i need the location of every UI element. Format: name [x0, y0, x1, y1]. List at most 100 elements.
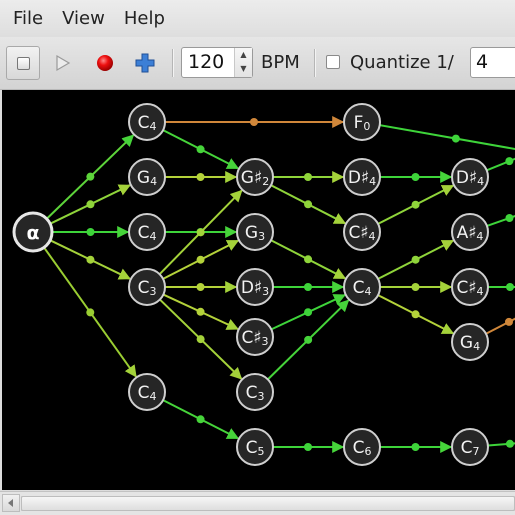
record-button[interactable]: [88, 46, 122, 80]
edge-handle[interactable]: [304, 173, 312, 181]
chevron-up-icon[interactable]: ▲: [235, 48, 252, 62]
edge-handle[interactable]: [411, 443, 420, 451]
note-name: G: [137, 168, 150, 188]
edge-handle[interactable]: [196, 307, 205, 316]
edge-handle[interactable]: [304, 335, 313, 344]
note-node[interactable]: C3: [236, 373, 274, 411]
note-node[interactable]: C4: [128, 103, 166, 141]
graph-canvas[interactable]: α C4 G4 C4 C3 C4 G♯2 G3 D♯3 C♯3 C3 C5 F0 D♯4 C♯4 C4 C6 D♯…: [2, 90, 515, 490]
edge-handle[interactable]: [411, 310, 420, 319]
note-name: F: [354, 113, 364, 133]
note-octave: 3: [262, 335, 269, 348]
add-button[interactable]: [128, 46, 162, 80]
edge-handle[interactable]: [411, 283, 420, 291]
quantize-value[interactable]: 4: [476, 51, 488, 73]
note-node[interactable]: C4: [343, 268, 381, 306]
note-octave: 3: [258, 230, 265, 243]
note-node[interactable]: G3: [236, 213, 274, 251]
bpm-spinbox[interactable]: 120 ▲ ▼: [181, 47, 253, 78]
note-node[interactable]: G4: [128, 158, 166, 196]
play-button[interactable]: [46, 46, 80, 80]
bpm-label: BPM: [261, 52, 300, 73]
edge-handle[interactable]: [304, 283, 312, 291]
quantize-input[interactable]: 4: [470, 47, 515, 78]
note-node[interactable]: C3: [128, 268, 166, 306]
note-node[interactable]: C6: [343, 428, 381, 466]
edge-handle[interactable]: [196, 228, 205, 237]
note-node[interactable]: F0: [343, 103, 381, 141]
note-node[interactable]: D♯4: [343, 158, 381, 196]
edge-handle[interactable]: [505, 213, 514, 222]
note-node[interactable]: G4: [451, 323, 489, 361]
root-node-label: α: [26, 222, 39, 244]
note-graph[interactable]: αC4G4C4C3C4G♯2G3D♯3C♯3C3C5F0D♯4C♯4C4C6D♯…: [2, 90, 515, 490]
edge-handle[interactable]: [86, 308, 95, 317]
note-octave: 6: [364, 445, 371, 458]
edge-handle[interactable]: [304, 443, 312, 451]
edge-handle[interactable]: [304, 308, 313, 317]
edge-handle[interactable]: [196, 145, 205, 154]
edge-handle[interactable]: [411, 255, 420, 264]
edge-handle[interactable]: [304, 255, 313, 264]
root-node[interactable]: α: [12, 211, 54, 253]
note-node[interactable]: A♯4: [451, 213, 489, 251]
note-name: C: [246, 383, 258, 403]
horizontal-scrollbar[interactable]: [0, 491, 515, 515]
edge-handle[interactable]: [505, 439, 514, 448]
note-name: G: [245, 223, 258, 243]
edge-handle[interactable]: [411, 200, 420, 209]
note-node[interactable]: C♯3: [236, 318, 274, 356]
bpm-value[interactable]: 120: [188, 51, 224, 73]
stop-button[interactable]: [6, 46, 40, 80]
toolbar-separator: [314, 49, 316, 77]
note-name: D♯: [348, 168, 369, 188]
note-node[interactable]: C4: [128, 213, 166, 251]
edge-handle[interactable]: [196, 173, 205, 181]
note-octave: 4: [477, 175, 484, 188]
note-octave: 4: [149, 230, 156, 243]
note-node[interactable]: D♯3: [236, 268, 274, 306]
edge-handle[interactable]: [411, 173, 420, 181]
note-octave: 4: [369, 230, 376, 243]
note-node[interactable]: C♯4: [343, 213, 381, 251]
bpm-stepper[interactable]: ▲ ▼: [234, 48, 252, 77]
edge-n12-off-top: [379, 124, 515, 151]
chevron-down-icon[interactable]: ▼: [235, 62, 252, 76]
edge-handle[interactable]: [505, 157, 514, 166]
scrollbar-thumb[interactable]: [21, 496, 515, 511]
edge-handle[interactable]: [86, 200, 95, 209]
edge-handle[interactable]: [250, 118, 258, 126]
edge-handle[interactable]: [506, 283, 514, 291]
note-node[interactable]: C7: [451, 428, 489, 466]
quantize-checkbox[interactable]: [326, 55, 340, 69]
edge-handle[interactable]: [504, 317, 513, 326]
note-node[interactable]: G♯2: [236, 158, 274, 196]
toolbar-separator: [172, 49, 174, 77]
menu-help[interactable]: Help: [124, 0, 165, 37]
note-node[interactable]: C5: [236, 428, 274, 466]
app-window: File View Help 120 ▲ ▼ BPM Quantize 1/ 4…: [0, 0, 515, 515]
chevron-left-icon: [8, 499, 13, 507]
edge-handle[interactable]: [86, 255, 95, 264]
note-node[interactable]: C♯4: [451, 268, 489, 306]
scroll-left-button[interactable]: [2, 494, 20, 512]
edge-handle[interactable]: [196, 283, 205, 291]
note-node[interactable]: D♯4: [451, 158, 489, 196]
note-node[interactable]: C4: [128, 373, 166, 411]
note-octave: 4: [473, 340, 480, 353]
edge-handle[interactable]: [196, 335, 205, 344]
edge-handle[interactable]: [86, 172, 95, 181]
add-icon: [135, 53, 155, 73]
edge-handle[interactable]: [304, 200, 313, 209]
edge-handle[interactable]: [196, 255, 205, 264]
note-name: A♯: [457, 223, 477, 243]
edge-handle[interactable]: [86, 228, 95, 236]
edge-handle[interactable]: [451, 134, 460, 143]
note-octave: 2: [262, 175, 269, 188]
edge-handle[interactable]: [196, 415, 205, 424]
quantize-label: Quantize 1/: [350, 52, 454, 73]
stop-icon: [16, 56, 30, 70]
menu-file[interactable]: File: [13, 0, 43, 37]
note-octave: 7: [472, 445, 479, 458]
menu-view[interactable]: View: [62, 0, 105, 37]
